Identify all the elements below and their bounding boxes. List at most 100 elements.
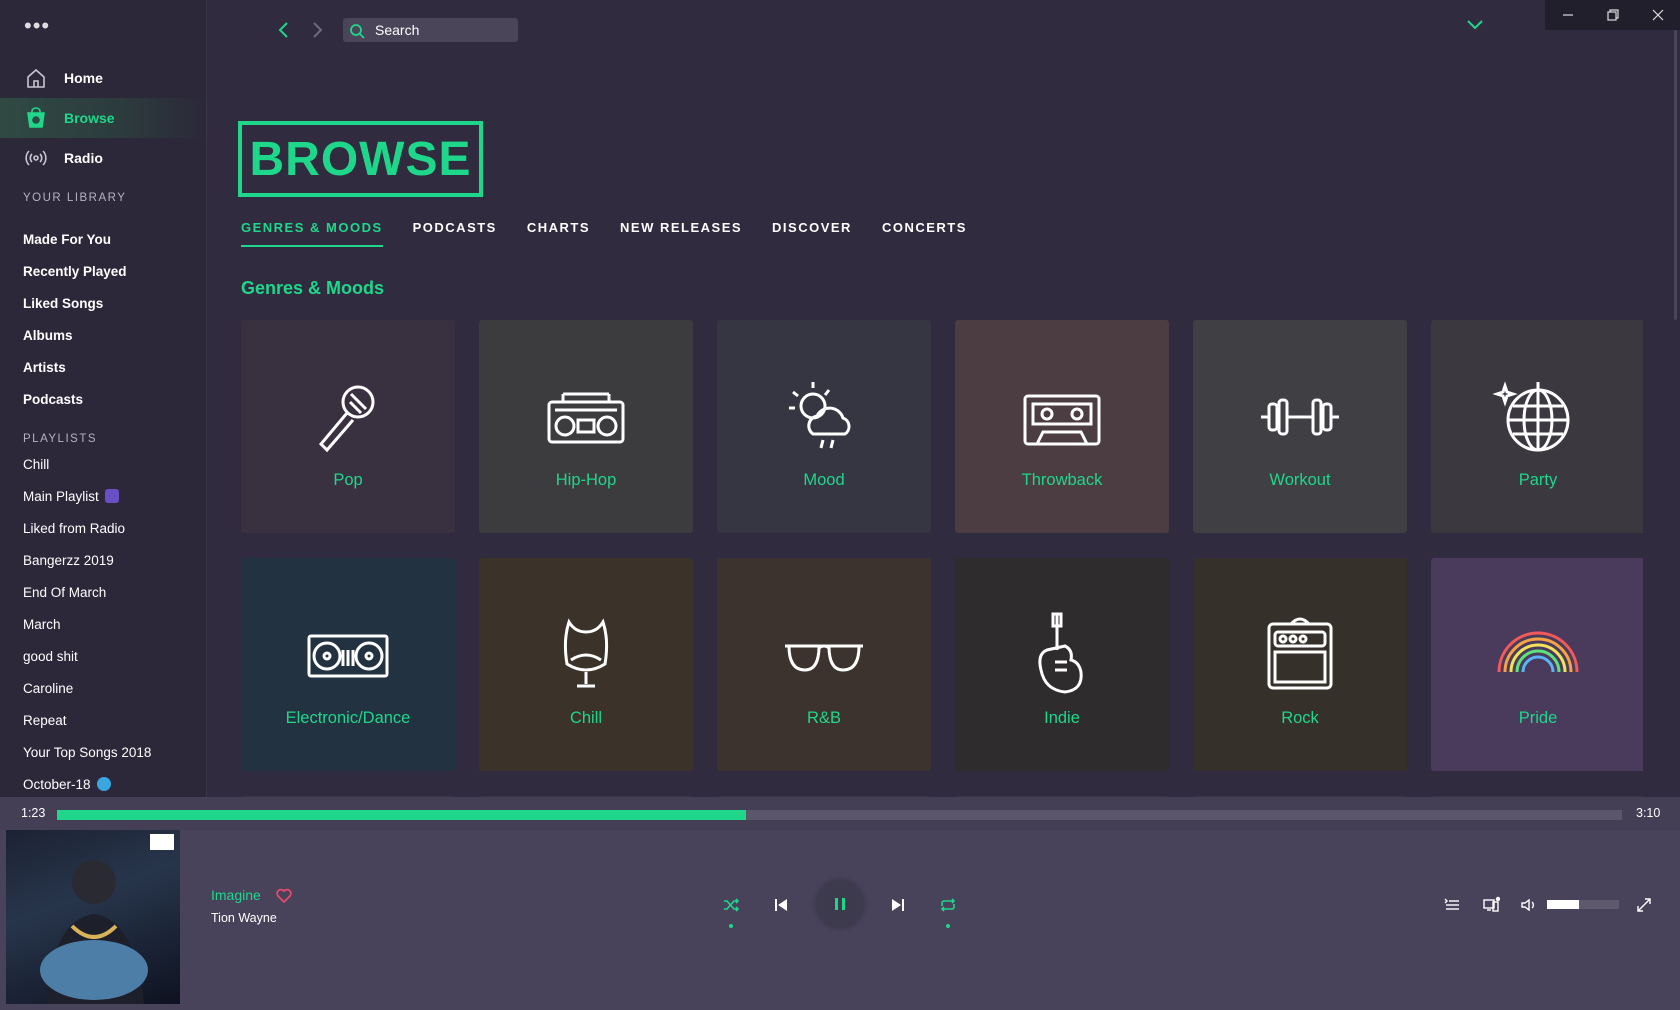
nav-item-home[interactable]: Home (0, 58, 206, 98)
restore-button[interactable] (1590, 0, 1635, 30)
library-list: Made For You Recently Played Liked Songs… (23, 224, 127, 416)
rainbow-icon (1497, 631, 1579, 673)
nav-item-radio[interactable]: Radio (0, 138, 206, 178)
restore-icon (1606, 9, 1619, 21)
shuffle-icon (724, 898, 740, 912)
search-input[interactable] (375, 18, 515, 42)
genre-tile-rock[interactable]: Rock (1193, 558, 1407, 771)
volume-button[interactable] (1516, 892, 1542, 918)
minimize-icon (1562, 14, 1573, 16)
genre-tile-chill[interactable]: Chill (479, 558, 693, 771)
tab-discover[interactable]: DISCOVER (772, 220, 852, 247)
tab-podcasts[interactable]: PODCASTS (413, 220, 497, 247)
minimize-button[interactable] (1545, 0, 1590, 30)
volume-slider-fill (1547, 900, 1580, 909)
shuffle-active-dot (729, 924, 733, 928)
tab-genres-moods[interactable]: GENRES & MOODS (241, 220, 383, 247)
seek-bar[interactable] (57, 810, 1622, 820)
genre-tile-workout[interactable]: Workout (1193, 320, 1407, 533)
tile-label: Throwback (1021, 471, 1103, 489)
previous-button[interactable] (768, 892, 794, 918)
library-item-recently-played[interactable]: Recently Played (23, 256, 127, 288)
genre-tile-hip-hop[interactable]: Hip-Hop (479, 320, 693, 533)
scrollbar-thumb[interactable] (1674, 30, 1677, 320)
chevron-down-icon (1467, 20, 1483, 30)
track-title[interactable]: Imagine (211, 887, 261, 903)
seek-bar-fill (57, 810, 746, 820)
like-button[interactable] (276, 888, 292, 908)
nav-item-browse[interactable]: Browse (0, 98, 206, 138)
library-item-artists[interactable]: Artists (23, 352, 127, 384)
genre-tile-rnb[interactable]: R&B (717, 558, 931, 771)
microphone-icon (318, 385, 375, 453)
weather-icon (789, 382, 851, 449)
library-item-liked-songs[interactable]: Liked Songs (23, 288, 127, 320)
tile-label: Pride (1518, 709, 1558, 727)
playlist-item[interactable]: Chill (23, 449, 151, 481)
repeat-button[interactable] (935, 892, 961, 918)
library-item-made-for-you[interactable]: Made For You (23, 224, 127, 256)
pause-button[interactable] (816, 880, 864, 928)
genre-tile-mood[interactable]: Mood (717, 320, 931, 533)
genre-tile-throwback[interactable]: Throwback (955, 320, 1169, 533)
album-art-image (40, 834, 174, 1004)
genre-tile-indie[interactable]: Indie (955, 558, 1169, 771)
boombox-icon (547, 392, 625, 444)
playlist-item[interactable]: good shit (23, 641, 151, 673)
playlist-item[interactable]: End Of March (23, 577, 151, 609)
queue-button[interactable] (1439, 892, 1465, 918)
genre-tile-pop[interactable]: Pop (241, 320, 455, 533)
shuffle-button[interactable] (718, 892, 744, 918)
chevron-left-icon (278, 22, 288, 38)
playlist-label: Your Top Songs 2018 (23, 745, 152, 760)
album-art[interactable] (6, 830, 180, 1004)
playlist-label: Main Playlist (23, 489, 99, 504)
playlist-item[interactable]: Your Top Songs 2018 (23, 737, 151, 769)
tile-label: Mood (803, 471, 845, 489)
tab-charts[interactable]: CHARTS (527, 220, 590, 247)
menu-dots-icon[interactable]: ••• (24, 15, 50, 37)
playlist-item[interactable]: Caroline (23, 673, 151, 705)
browse-icon (27, 107, 45, 128)
track-artist[interactable]: Tion Wayne (211, 911, 277, 925)
section-heading: Genres & Moods (241, 278, 385, 298)
tile-label: Rock (1281, 709, 1319, 727)
devices-button[interactable] (1478, 892, 1504, 918)
volume-icon (1521, 898, 1534, 912)
egg-chair-icon (563, 618, 609, 688)
volume-slider[interactable] (1547, 900, 1619, 909)
fullscreen-button[interactable] (1631, 892, 1657, 918)
devices-icon (1483, 896, 1500, 912)
next-button[interactable] (885, 892, 911, 918)
tile-label: Party (1518, 471, 1558, 489)
genre-tile-electronic-dance[interactable]: Electronic/Dance (241, 558, 455, 771)
tab-concerts[interactable]: CONCERTS (882, 220, 967, 247)
playlist-item[interactable]: Bangerzz 2019 (23, 545, 151, 577)
account-dropdown-button[interactable] (1465, 16, 1485, 39)
tile-label: Hip-Hop (555, 471, 617, 489)
library-title: YOUR LIBRARY (23, 192, 127, 204)
playlist-label: Liked from Radio (23, 521, 126, 536)
library-item-podcasts[interactable]: Podcasts (23, 384, 127, 416)
playlist-item[interactable]: Liked from Radio (23, 513, 151, 545)
genre-tile-pride[interactable]: Pride (1431, 558, 1643, 771)
playlist-item[interactable]: Repeat (23, 705, 151, 737)
close-button[interactable] (1635, 0, 1680, 30)
window-controls (1545, 0, 1680, 30)
skip-back-icon (775, 899, 787, 911)
forward-button[interactable] (307, 18, 327, 42)
back-button[interactable] (274, 18, 294, 42)
repeat-icon (940, 898, 956, 912)
genre-tile-party[interactable]: Party (1431, 320, 1643, 533)
search-box[interactable] (343, 18, 518, 42)
heart-icon (276, 888, 292, 904)
player-bar: Imagine Tion Wayne (0, 830, 1680, 1010)
library-item-albums[interactable]: Albums (23, 320, 127, 352)
tab-new-releases[interactable]: NEW RELEASES (620, 220, 742, 247)
page-title: BROWSE (238, 121, 483, 197)
pause-icon (835, 898, 845, 910)
elapsed-time: 1:23 (21, 806, 46, 820)
nav-label: Radio (64, 150, 103, 166)
playlist-item[interactable]: Main Playlist (23, 481, 151, 513)
playlist-item[interactable]: March (23, 609, 151, 641)
